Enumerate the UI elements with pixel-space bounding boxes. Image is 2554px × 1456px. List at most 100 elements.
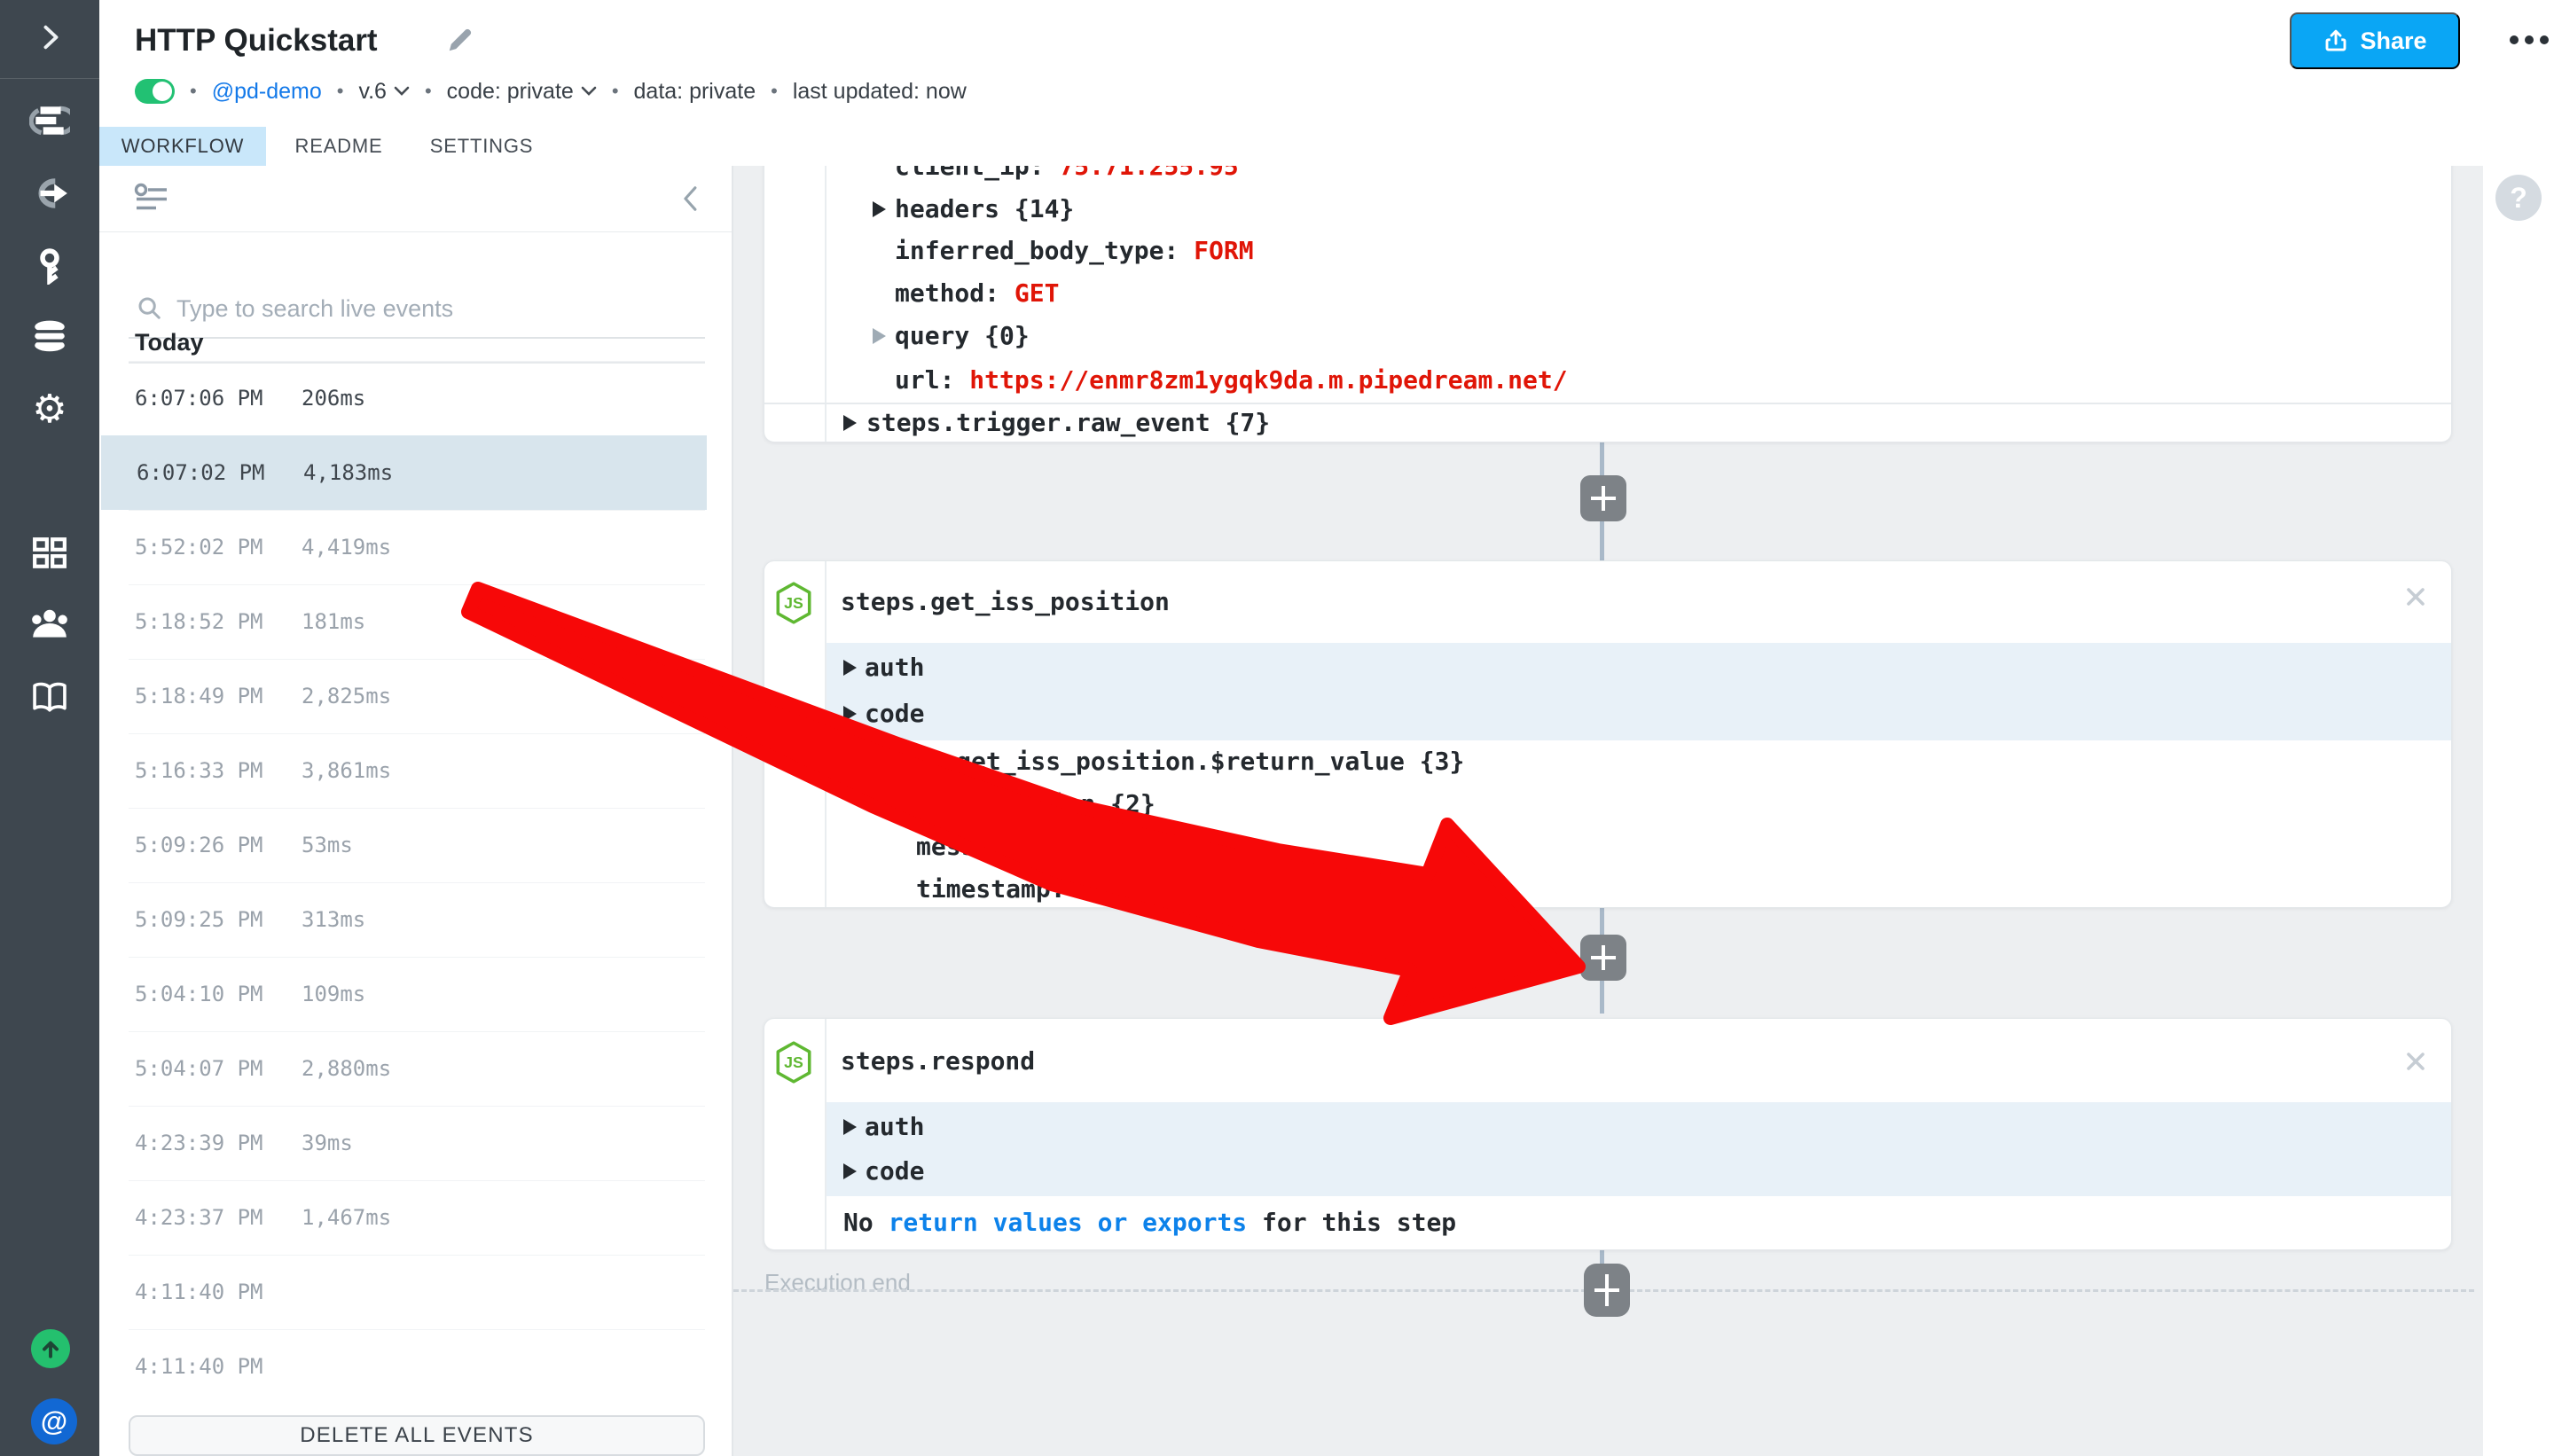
close-step-icon[interactable] bbox=[2401, 1047, 2430, 1080]
search-input[interactable] bbox=[175, 286, 701, 331]
event-row[interactable]: 4:23:37 PM1,467ms bbox=[99, 1180, 732, 1255]
step-title: steps.get_iss_position bbox=[841, 561, 1170, 643]
event-row[interactable]: 4:11:40 PM bbox=[99, 1329, 732, 1404]
edit-title-pencil-icon[interactable] bbox=[443, 25, 475, 61]
nodejs-icon: JS bbox=[773, 581, 814, 630]
add-step-button[interactable] bbox=[1580, 475, 1626, 521]
event-row[interactable]: 5:04:10 PM109ms bbox=[99, 957, 732, 1031]
dot-separator: • bbox=[190, 80, 197, 103]
community-icon[interactable] bbox=[0, 605, 99, 644]
expand-triangle-icon[interactable] bbox=[873, 328, 886, 344]
search-underline bbox=[129, 337, 705, 339]
add-step-button[interactable] bbox=[1580, 935, 1626, 981]
tree-row-url: url: https://enmr8zm1ygqk9da.m.pipedream… bbox=[764, 359, 2451, 402]
tree-row-auth[interactable]: auth bbox=[764, 646, 2451, 689]
collapse-sidebar-icon[interactable] bbox=[678, 184, 704, 218]
event-row[interactable]: 6:07:06 PM206ms bbox=[99, 361, 732, 435]
tab-bar: WORKFLOW README SETTINGS bbox=[99, 127, 2554, 168]
tree-row-code[interactable]: code bbox=[764, 693, 2451, 735]
dot-separator: • bbox=[425, 80, 432, 103]
more-menu-dots-icon[interactable] bbox=[2510, 35, 2549, 44]
step-card-get-iss-position[interactable]: JS steps.get_iss_position auth code step… bbox=[764, 560, 2452, 908]
workflow-meta-row: • @pd-demo • v.6 • code: private • data:… bbox=[135, 71, 967, 112]
user-avatar[interactable]: @ bbox=[31, 1398, 77, 1444]
live-events-sidebar: Today 6:07:06 PM206ms 6:07:02 PM4,183ms … bbox=[99, 166, 733, 1456]
event-row[interactable]: 4:11:40 PM bbox=[99, 1255, 732, 1329]
event-row[interactable]: 4:23:39 PM39ms bbox=[99, 1106, 732, 1180]
svg-text:JS: JS bbox=[784, 594, 803, 612]
expand-sidebar-icon[interactable] bbox=[0, 18, 99, 57]
upgrade-button[interactable] bbox=[31, 1329, 70, 1368]
svg-text:JS: JS bbox=[784, 1053, 803, 1071]
accounts-key-icon[interactable] bbox=[0, 247, 99, 286]
exports-doc-link[interactable]: return values or exports bbox=[889, 1208, 1248, 1237]
event-row[interactable]: 5:09:26 PM53ms bbox=[99, 808, 732, 882]
last-updated-label: last updated: now bbox=[793, 79, 967, 105]
tree-row-raw-event[interactable]: steps.trigger.raw_event {7} bbox=[764, 403, 2451, 443]
tab-settings[interactable]: SETTINGS bbox=[433, 127, 530, 166]
help-button[interactable]: ? bbox=[2495, 175, 2542, 221]
page-title: HTTP Quickstart bbox=[135, 12, 378, 69]
docs-book-icon[interactable] bbox=[0, 677, 99, 716]
nav-divider bbox=[0, 78, 99, 79]
tree-row-inferred-body-type: inferred_body_type: FORM bbox=[764, 230, 2451, 272]
workflow-header: HTTP Quickstart • @pd-demo • v.6 • code:… bbox=[99, 0, 2554, 127]
event-row[interactable]: 5:18:52 PM181ms bbox=[99, 584, 732, 659]
tree-row-auth[interactable]: auth bbox=[764, 1106, 2451, 1148]
collapse-triangle-icon[interactable] bbox=[843, 756, 859, 770]
tab-readme[interactable]: README bbox=[294, 127, 383, 166]
tree-row-timestamp: timestamp: 1621991225 bbox=[764, 868, 2451, 911]
tree-row-code[interactable]: code bbox=[764, 1150, 2451, 1193]
events-section-label: Today bbox=[135, 318, 204, 366]
expand-triangle-icon[interactable] bbox=[873, 201, 886, 217]
filter-events-icon[interactable] bbox=[133, 182, 170, 218]
event-search bbox=[129, 286, 705, 329]
code-privacy-dropdown[interactable]: code: private bbox=[447, 79, 597, 105]
step-card-respond[interactable]: JS steps.respond auth code No return val… bbox=[764, 1018, 2452, 1250]
tree-row-return-value[interactable]: steps.get_iss_position.$return_value {3} bbox=[764, 740, 2451, 783]
add-step-button[interactable] bbox=[1584, 1264, 1630, 1317]
dot-separator: • bbox=[771, 80, 778, 103]
version-dropdown[interactable]: v.6 bbox=[358, 79, 410, 105]
tree-row-client-ip: client_ip: 75.71.255.95 bbox=[764, 166, 2451, 188]
chevron-down-icon bbox=[581, 86, 597, 97]
execution-end-label: Execution end bbox=[764, 1261, 911, 1303]
expand-triangle-icon[interactable] bbox=[843, 1119, 857, 1135]
event-sources-icon[interactable] bbox=[0, 174, 99, 213]
tree-row-headers[interactable]: headers {14} bbox=[764, 188, 2451, 231]
apps-grid-icon[interactable] bbox=[0, 534, 99, 573]
delete-all-events-button[interactable]: DELETE ALL EVENTS bbox=[129, 1415, 705, 1456]
step-card-trigger[interactable]: client_ip: 75.71.255.95 headers {14} inf… bbox=[764, 166, 2452, 442]
step-title: steps.respond bbox=[841, 1019, 1035, 1104]
workflows-icon[interactable] bbox=[0, 101, 99, 140]
primary-nav: ⚙ @ bbox=[0, 0, 99, 1456]
tree-row-method: method: GET bbox=[764, 272, 2451, 315]
event-row[interactable]: 5:16:33 PM3,861ms bbox=[99, 733, 732, 808]
event-row[interactable]: 5:18:49 PM2,825ms bbox=[99, 659, 732, 733]
expand-triangle-icon[interactable] bbox=[843, 660, 857, 676]
tab-workflow[interactable]: WORKFLOW bbox=[99, 127, 266, 166]
right-margin: ? bbox=[2483, 166, 2554, 1456]
event-row[interactable]: 5:04:07 PM2,880ms bbox=[99, 1031, 732, 1106]
workflow-canvas: client_ip: 75.71.255.95 headers {14} inf… bbox=[733, 166, 2483, 1456]
settings-gear-icon[interactable]: ⚙ bbox=[0, 390, 99, 429]
data-privacy-label: data: private bbox=[634, 79, 756, 105]
sql-database-icon[interactable] bbox=[0, 317, 99, 356]
expand-triangle-icon[interactable] bbox=[843, 415, 857, 431]
expand-triangle-icon[interactable] bbox=[892, 796, 905, 812]
tree-row-message: message: success bbox=[764, 826, 2451, 868]
workflow-active-toggle[interactable] bbox=[135, 79, 175, 104]
expand-triangle-icon[interactable] bbox=[843, 1163, 857, 1179]
close-step-icon[interactable] bbox=[2401, 583, 2430, 615]
expand-triangle-icon[interactable] bbox=[843, 706, 857, 722]
tree-row-query[interactable]: query {0} bbox=[764, 315, 2451, 357]
events-toolbar bbox=[99, 166, 732, 232]
share-button[interactable]: Share bbox=[2290, 12, 2460, 69]
tree-row-iss-position[interactable]: iss_position {2} bbox=[764, 783, 2451, 826]
event-row[interactable]: 5:52:02 PM4,419ms bbox=[99, 510, 732, 584]
dot-separator: • bbox=[612, 80, 619, 103]
nodejs-icon: JS bbox=[773, 1040, 814, 1089]
event-row[interactable]: 5:09:25 PM313ms bbox=[99, 882, 732, 957]
event-row-selected[interactable]: 6:07:02 PM4,183ms bbox=[101, 435, 707, 510]
workspace-link[interactable]: @pd-demo bbox=[212, 79, 322, 105]
